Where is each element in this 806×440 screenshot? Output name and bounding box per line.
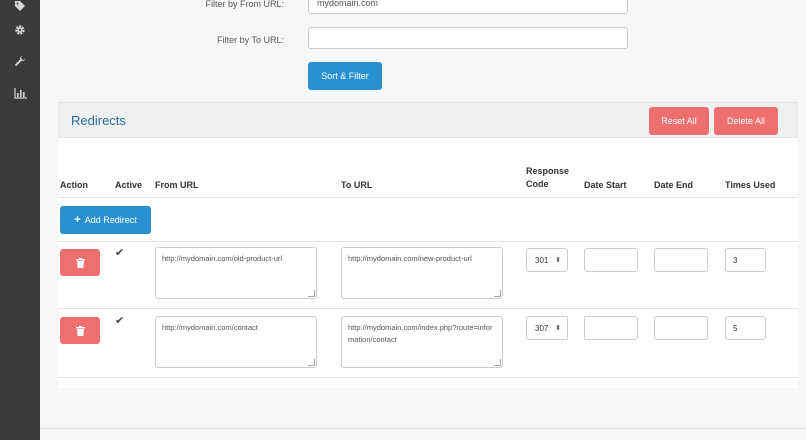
redirects-table: Action Active From URL To URL Response C… <box>58 138 798 388</box>
date-start-input[interactable] <box>584 248 638 272</box>
response-code-select[interactable]: 307 ⬍ <box>526 316 568 340</box>
panel-title: Redirects <box>71 113 126 128</box>
date-end-input[interactable] <box>654 316 708 340</box>
times-used-input[interactable]: 5 <box>725 316 766 340</box>
row-divider <box>58 241 798 242</box>
trash-icon <box>75 325 85 336</box>
sort-filter-button[interactable]: Sort & Filter <box>308 62 382 90</box>
active-checkbox[interactable]: ✔ <box>115 314 124 327</box>
date-start-input[interactable] <box>584 316 638 340</box>
to-url-textarea[interactable]: http://mydomain.com/new-product-url <box>341 247 503 299</box>
from-url-textarea[interactable]: http://mydomain.com/contact <box>155 316 317 368</box>
row-divider <box>58 308 798 309</box>
row-divider <box>58 377 798 378</box>
filter-to-label: Filter by To URL: <box>217 35 284 45</box>
updown-arrow-icon: ⬍ <box>555 257 561 264</box>
resize-handle-icon[interactable] <box>494 359 501 366</box>
filter-from-label: Filter by From URL: <box>205 0 284 9</box>
delete-all-button[interactable]: Delete All <box>714 107 778 135</box>
add-redirect-label: Add Redirect <box>84 215 137 225</box>
checkmark-icon: ✔ <box>115 315 125 327</box>
active-checkbox[interactable]: ✔ <box>115 246 124 259</box>
filter-from-input[interactable] <box>308 0 628 14</box>
footer-divider <box>40 428 806 429</box>
gear-icon[interactable] <box>0 20 40 40</box>
to-url-textarea[interactable]: http://mydomain.com/index.php?route=info… <box>341 316 503 368</box>
bar-chart-icon[interactable] <box>0 83 40 103</box>
response-code-select[interactable]: 301 ⬍ <box>526 248 568 272</box>
header-date-end: Date End <box>654 180 694 190</box>
from-url-textarea[interactable]: http://mydomain.com/old-product-url <box>155 247 317 299</box>
main-content: Filter by From URL: Filter by To URL: So… <box>40 0 806 440</box>
times-used-input[interactable]: 3 <box>725 248 766 272</box>
sidebar <box>0 0 40 440</box>
resize-handle-icon[interactable] <box>308 290 315 297</box>
tag-icon[interactable] <box>0 0 40 16</box>
checkmark-icon: ✔ <box>115 247 125 259</box>
date-end-input[interactable] <box>654 248 708 272</box>
redirects-panel-header: Redirects Reset All Delete All <box>58 102 798 138</box>
updown-arrow-icon: ⬍ <box>555 325 561 332</box>
resize-handle-icon[interactable] <box>308 359 315 366</box>
header-to-url: To URL <box>341 180 373 190</box>
header-action: Action <box>60 180 88 190</box>
header-active: Active <box>115 180 143 190</box>
delete-row-button[interactable] <box>60 317 100 344</box>
plus-icon: + <box>74 214 81 226</box>
filter-to-input[interactable] <box>308 27 628 49</box>
header-divider <box>58 197 798 198</box>
delete-row-button[interactable] <box>60 249 100 276</box>
reset-all-button[interactable]: Reset All <box>649 107 709 135</box>
header-date-start: Date Start <box>584 180 627 190</box>
trash-icon <box>75 257 85 268</box>
resize-handle-icon[interactable] <box>494 290 501 297</box>
header-from-url: From URL <box>155 180 199 190</box>
wrench-icon[interactable] <box>0 51 40 71</box>
add-redirect-button[interactable]: + Add Redirect <box>60 206 151 234</box>
header-times-used: Times Used <box>725 180 776 190</box>
header-response-code: Response Code <box>526 166 570 189</box>
